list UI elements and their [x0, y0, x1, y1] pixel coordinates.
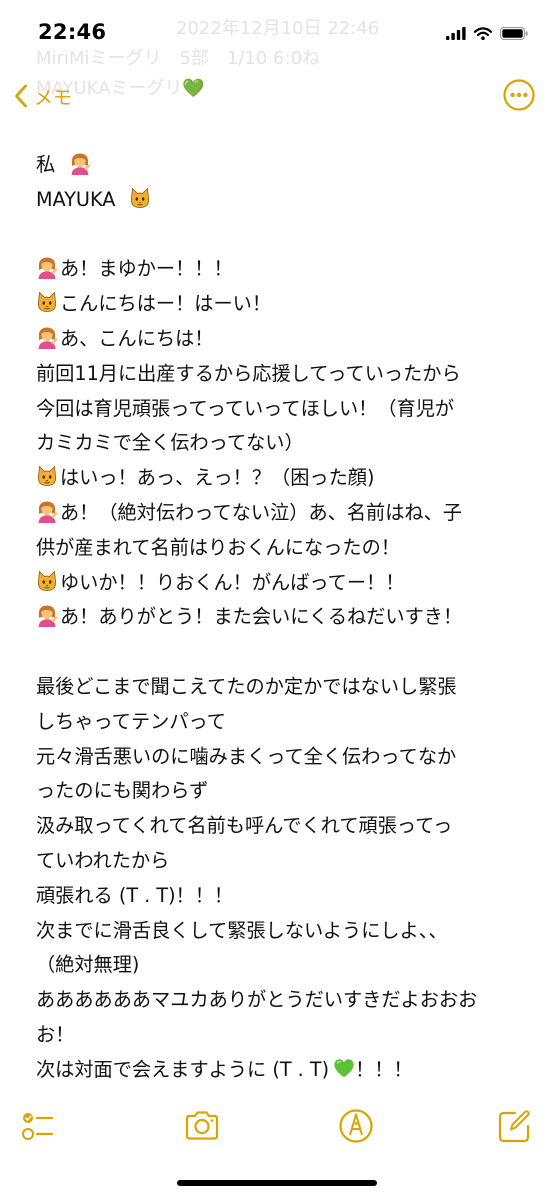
note-line: あ！ありがとう！また会いにくるねだいすき！ — [36, 600, 526, 635]
note-line: あ！まゆかー！！！ — [36, 252, 526, 287]
camera-icon[interactable] — [182, 1106, 222, 1146]
person-emoji — [36, 499, 58, 523]
battery-icon — [500, 26, 528, 40]
note-header-me: 私 — [36, 148, 526, 183]
status-bar: 22:46 — [0, 0, 554, 64]
note-line: ていわれたから — [36, 848, 170, 872]
green-heart-emoji — [333, 1056, 355, 1080]
note-blank-line — [36, 635, 526, 670]
cat-emoji — [36, 290, 58, 314]
note-line: カミカミで全く伝わってない） — [36, 431, 304, 455]
person-emoji — [36, 255, 58, 279]
person-emoji — [69, 151, 91, 175]
back-button[interactable]: メモ — [14, 78, 72, 114]
note-line: 汲み取ってくれて名前も呼んでくれて頑張ってっ — [36, 814, 453, 838]
bottom-toolbar — [0, 1100, 554, 1150]
signal-icon — [446, 26, 466, 40]
note-line: 供が産まれて名前はりおくんになったの！ — [36, 535, 400, 559]
cat-emoji — [36, 464, 58, 488]
note-body[interactable]: 私 MAYUKA あ！まゆかー！！！ こんにちはー！はーい！ あ、こんにちは！ … — [36, 148, 526, 1088]
note-line: はいっ！あっ、えっ！？（困った顔) — [36, 461, 526, 496]
cat-emoji — [36, 569, 58, 593]
cat-emoji — [129, 186, 151, 210]
note-line: あ、こんにちは！ — [36, 322, 526, 357]
note-line: ゆいか！！りおくん！がんばってー！！ — [36, 566, 526, 601]
note-line: 最後どこまで聞こえてたのか定かではないし緊張 — [36, 674, 457, 698]
note-line: お！ — [36, 1022, 75, 1046]
note-line: 今回は育児頑張ってっていってほしい！（育児が — [36, 396, 455, 420]
home-indicator — [177, 1180, 377, 1186]
note-line: ったのにも関わらず — [36, 779, 209, 803]
note-line: こんにちはー！はーい！ — [36, 287, 526, 322]
note-line: あ！（絶対伝わってない泣）あ、名前はね、子 — [36, 496, 526, 531]
status-icons — [446, 22, 528, 44]
nav-bar: メモ — [0, 74, 554, 118]
note-line: （絶対無理) — [36, 953, 140, 977]
person-emoji — [36, 603, 58, 627]
wifi-icon — [474, 26, 492, 40]
note-line: ああああああマユカありがとうだいすきだよおおお — [36, 988, 478, 1012]
note-line: 元々滑舌悪いのに噛みまくって全く伝わってなか — [36, 744, 457, 768]
note-line: しちゃってテンパって — [36, 709, 226, 733]
note-blank-line — [36, 218, 526, 253]
chevron-left-icon — [15, 84, 27, 108]
back-button-label: メモ — [34, 86, 73, 109]
more-button[interactable] — [502, 78, 536, 112]
status-time: 22:46 — [38, 20, 107, 44]
note-line: 次は対面で会えますように (T . T)！！！ — [36, 1056, 413, 1081]
note-line: 次までに滑舌良くして緊張しないようにしよ、、 — [36, 918, 448, 942]
person-emoji — [36, 325, 58, 349]
compose-icon[interactable] — [494, 1106, 534, 1146]
checklist-icon[interactable] — [18, 1106, 58, 1146]
note-line: 前回11月に出産するから応援してっていったから — [36, 361, 461, 385]
markup-pen-icon[interactable] — [336, 1106, 376, 1146]
note-header-mayuka: MAYUKA — [36, 183, 526, 218]
note-line: 頑張れる (T . T)！！！ — [36, 883, 234, 907]
